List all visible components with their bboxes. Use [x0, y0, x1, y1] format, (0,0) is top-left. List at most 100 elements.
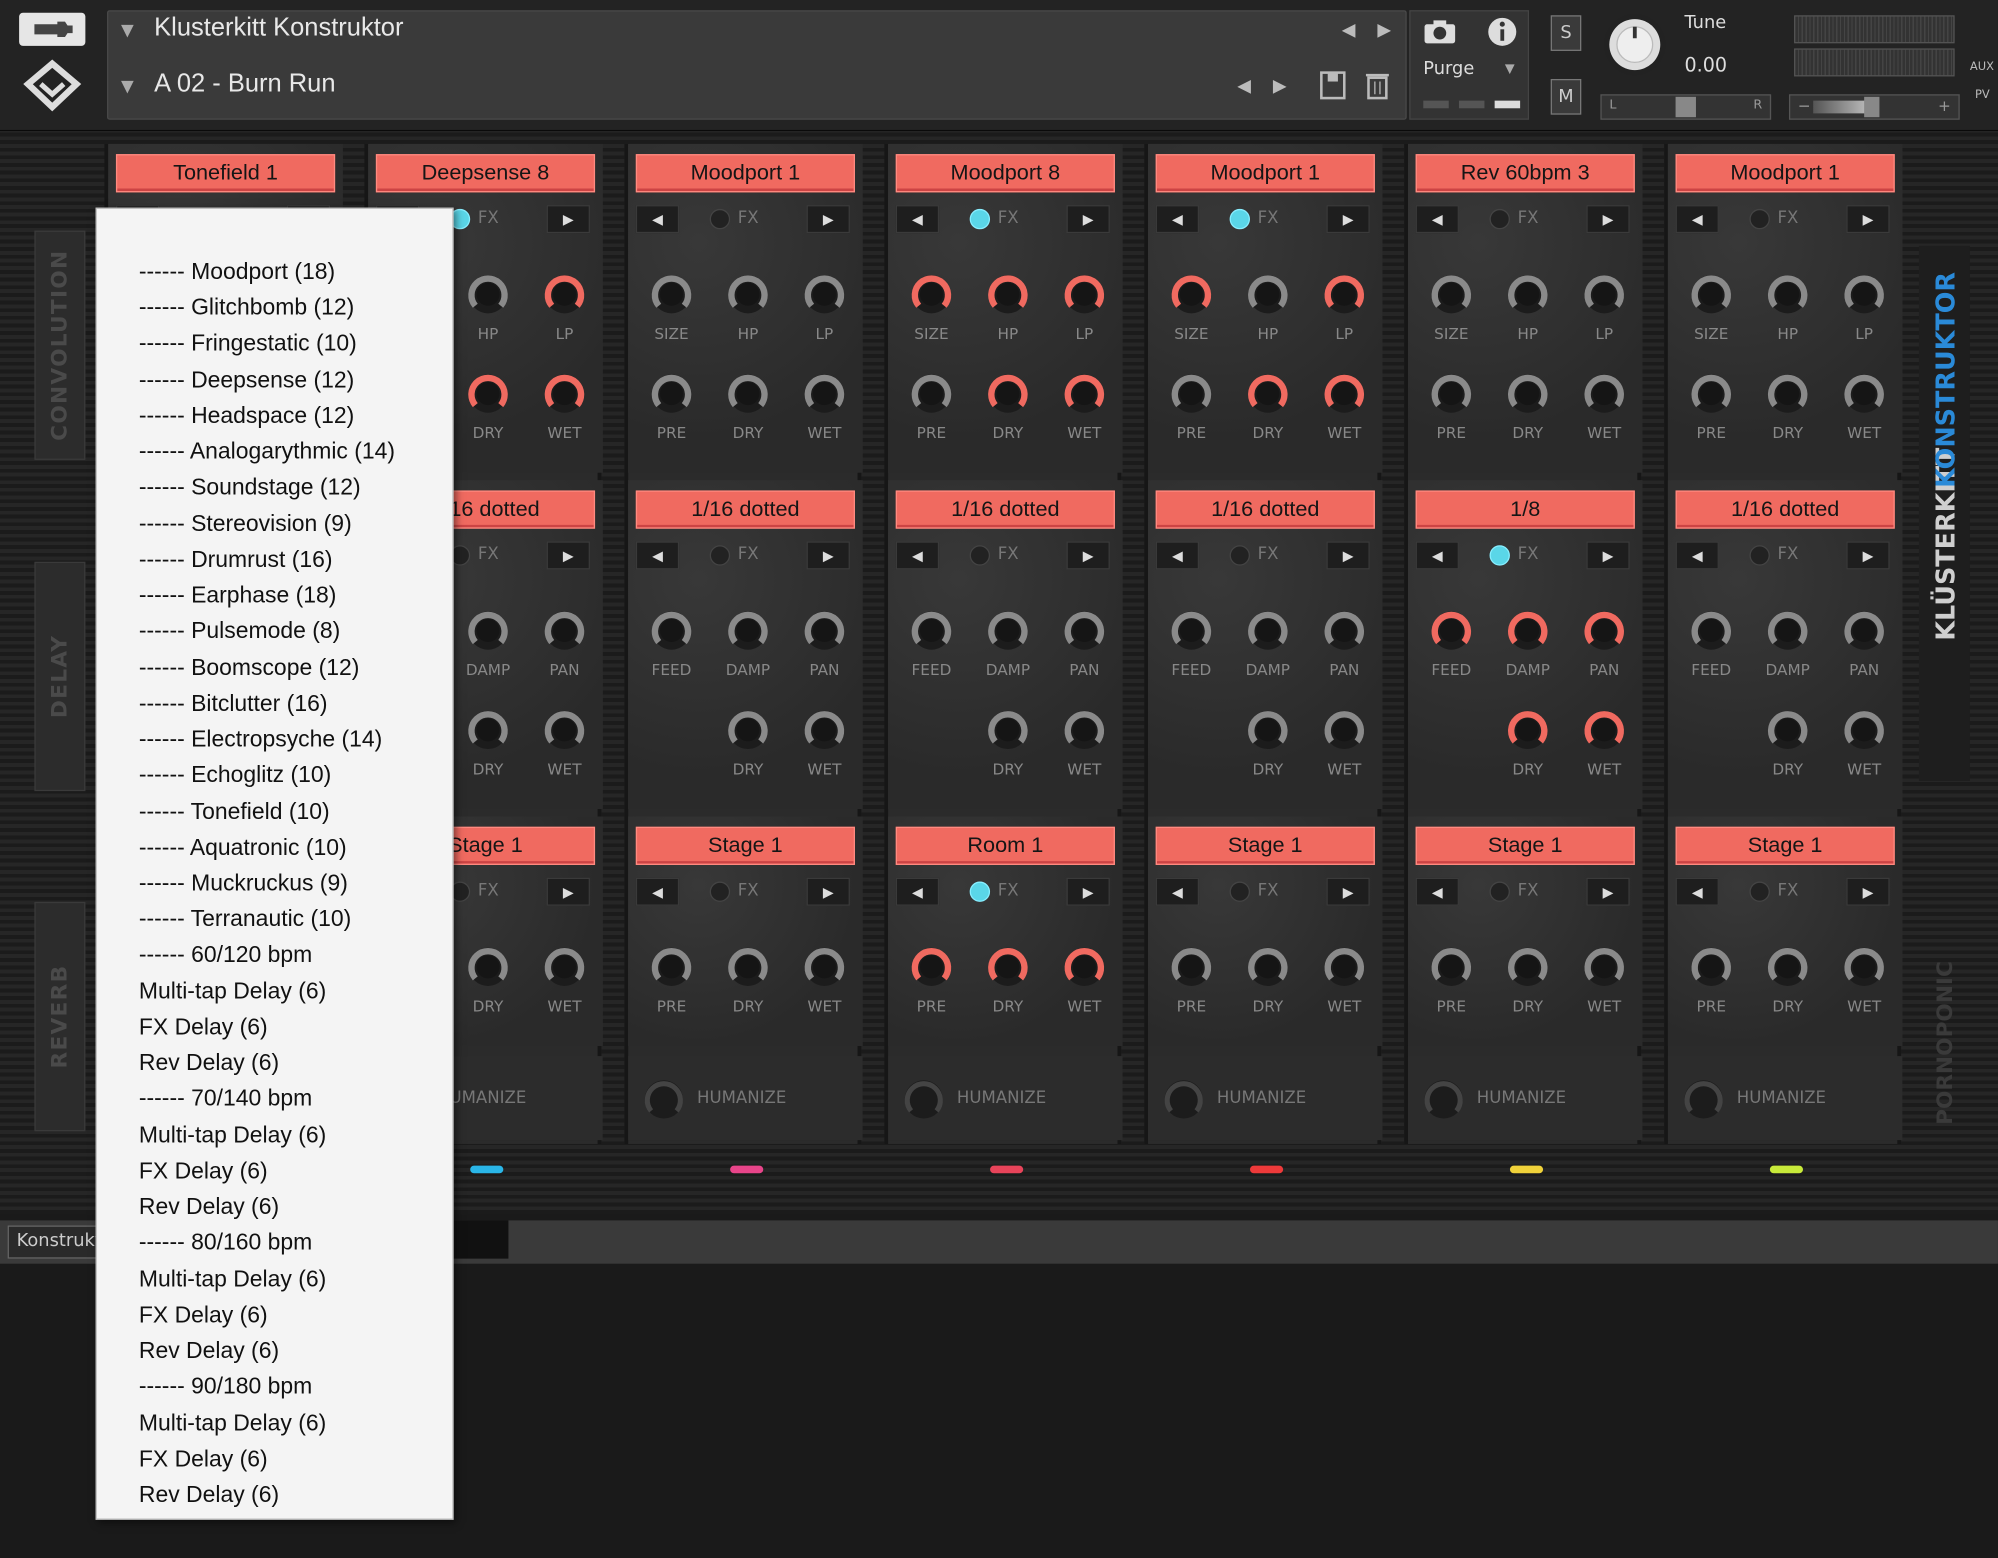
reverb-next-preset-button[interactable]: ▶	[806, 877, 850, 906]
conv-knob[interactable]	[1428, 271, 1474, 322]
reverb-knob[interactable]	[542, 944, 588, 995]
delay-fx-led[interactable]	[709, 545, 731, 566]
dropdown-item[interactable]: FX Delay (6)	[97, 1440, 453, 1476]
dropdown-item[interactable]: Multi-tap Delay (6)	[97, 973, 453, 1009]
conv-fx-led[interactable]	[969, 208, 991, 230]
dropdown-item[interactable]: ------ Headspace (12)	[97, 397, 453, 433]
delay-knob[interactable]	[725, 707, 771, 758]
delay-knob[interactable]	[1688, 608, 1734, 659]
delay-knob[interactable]	[1841, 707, 1887, 758]
reverb-knob[interactable]	[1688, 944, 1734, 995]
conv-next-preset-button[interactable]: ▶	[546, 205, 590, 234]
conv-knob[interactable]	[1321, 371, 1367, 422]
reverb-knob[interactable]	[1245, 944, 1291, 995]
conv-knob[interactable]	[1841, 371, 1887, 422]
delay-knob[interactable]	[725, 608, 771, 659]
reverb-preset-selector[interactable]: Room 1	[895, 826, 1115, 865]
delay-knob[interactable]	[1168, 608, 1214, 659]
delay-next-preset-button[interactable]: ▶	[1586, 541, 1630, 570]
conv-next-preset-button[interactable]: ▶	[806, 205, 850, 234]
conv-knob[interactable]	[801, 271, 847, 322]
dropdown-item[interactable]: FX Delay (6)	[97, 1297, 453, 1333]
dropdown-item[interactable]: Rev Delay (6)	[97, 1476, 453, 1512]
reverb-side-tab[interactable]: REVERB	[34, 901, 86, 1132]
reverb-prev-preset-button[interactable]: ◀	[895, 877, 940, 906]
conv-fx-led[interactable]	[1489, 208, 1510, 230]
conv-knob[interactable]	[1765, 371, 1811, 422]
delay-knob[interactable]	[465, 707, 511, 758]
instrument-tab[interactable]: Konstruktor	[7, 1225, 110, 1259]
delay-knob[interactable]	[985, 707, 1031, 758]
humanize-knob[interactable]	[641, 1076, 687, 1127]
conv-knob[interactable]	[1581, 271, 1627, 322]
conv-knob[interactable]	[1505, 371, 1551, 422]
dropdown-item[interactable]: ------ Moodport (18)	[97, 254, 453, 290]
dropdown-item[interactable]: FX Delay (6)	[97, 1153, 453, 1189]
conv-knob[interactable]	[1168, 371, 1214, 422]
dropdown-item[interactable]: ------ Earphase (18)	[97, 577, 453, 613]
delay-knob[interactable]	[985, 608, 1031, 659]
delay-fx-led[interactable]	[1489, 545, 1510, 566]
delay-prev-preset-button[interactable]: ◀	[895, 541, 940, 570]
conv-prev-preset-button[interactable]: ◀	[635, 205, 680, 234]
delay-knob[interactable]	[1765, 707, 1811, 758]
purge-menu[interactable]: Purge	[1423, 59, 1474, 79]
conv-preset-selector[interactable]: Moodport 1	[635, 154, 855, 193]
conv-preset-selector[interactable]: Moodport 8	[895, 154, 1115, 193]
volume-slider[interactable]: − +	[1788, 94, 1960, 120]
pan-handle[interactable]	[1675, 96, 1696, 118]
conv-knob[interactable]	[1505, 271, 1551, 322]
dropdown-item[interactable]: ------ Tonefield (10)	[97, 793, 453, 829]
delete-snapshot-icon[interactable]	[1365, 70, 1390, 107]
delay-next-preset-button[interactable]: ▶	[1846, 541, 1890, 570]
camera-icon[interactable]	[1423, 19, 1456, 50]
conv-knob[interactable]	[542, 271, 588, 322]
reverb-knob[interactable]	[985, 944, 1031, 995]
reverb-prev-preset-button[interactable]: ◀	[635, 877, 680, 906]
snapshot-prev-arrow-icon[interactable]: ◀	[1237, 76, 1251, 96]
dropdown-item[interactable]: ------ Electropsyche (14)	[97, 721, 453, 757]
conv-knob[interactable]	[1061, 271, 1107, 322]
conv-knob[interactable]	[1061, 371, 1107, 422]
reverb-next-preset-button[interactable]: ▶	[1326, 877, 1370, 906]
conv-preset-selector[interactable]: Rev 60bpm 3	[1415, 154, 1635, 193]
conv-knob[interactable]	[985, 371, 1031, 422]
delay-fx-led[interactable]	[1749, 545, 1770, 566]
conv-knob[interactable]	[801, 371, 847, 422]
dropdown-item[interactable]: ------ Fringestatic (10)	[97, 325, 453, 361]
dropdown-item[interactable]: Multi-tap Delay (6)	[97, 1261, 453, 1297]
dropdown-item[interactable]: FX Delay (6)	[97, 1009, 453, 1045]
conv-knob[interactable]	[1245, 371, 1291, 422]
reverb-fx-led[interactable]	[969, 881, 991, 902]
delay-knob[interactable]	[1505, 707, 1551, 758]
dropdown-item[interactable]: Rev Delay (6)	[97, 1045, 453, 1081]
reverb-preset-selector[interactable]: Stage 1	[1155, 826, 1375, 865]
dropdown-item[interactable]: ------ Bitclutter (16)	[97, 685, 453, 721]
delay-knob[interactable]	[542, 608, 588, 659]
delay-knob[interactable]	[1428, 608, 1474, 659]
delay-knob[interactable]	[1061, 707, 1107, 758]
reverb-fx-led[interactable]	[1489, 881, 1510, 902]
conv-preset-selector[interactable]: Moodport 1	[1675, 154, 1895, 193]
delay-knob[interactable]	[1321, 707, 1367, 758]
dropdown-item[interactable]: ------ Deepsense (12)	[97, 361, 453, 397]
conv-knob[interactable]	[1581, 371, 1627, 422]
conv-preset-selector[interactable]: Deepsense 8	[375, 154, 596, 193]
delay-knob[interactable]	[542, 707, 588, 758]
dropdown-item[interactable]: ------ Pulsemode (8)	[97, 613, 453, 649]
delay-prev-preset-button[interactable]: ◀	[1675, 541, 1719, 570]
save-snapshot-icon[interactable]	[1319, 70, 1347, 107]
conv-fx-led[interactable]	[709, 208, 731, 230]
conv-knob[interactable]	[985, 271, 1031, 322]
instrument-prev-arrow-icon[interactable]: ◀	[1342, 20, 1356, 40]
dropdown-item[interactable]: ------ 90/180 bpm	[97, 1369, 453, 1405]
delay-knob[interactable]	[465, 608, 511, 659]
instrument-name[interactable]: Klusterkitt Konstruktor	[154, 14, 403, 43]
reverb-fx-led[interactable]	[1229, 881, 1250, 902]
dropdown-item[interactable]: ------ Terranautic (10)	[97, 901, 453, 937]
conv-knob[interactable]	[542, 371, 588, 422]
reverb-preset-selector[interactable]: Stage 1	[1415, 826, 1635, 865]
dropdown-item[interactable]: Multi-tap Delay (6)	[97, 1117, 453, 1153]
conv-preset-selector[interactable]: Moodport 1	[1155, 154, 1375, 193]
conv-knob[interactable]	[649, 371, 695, 422]
